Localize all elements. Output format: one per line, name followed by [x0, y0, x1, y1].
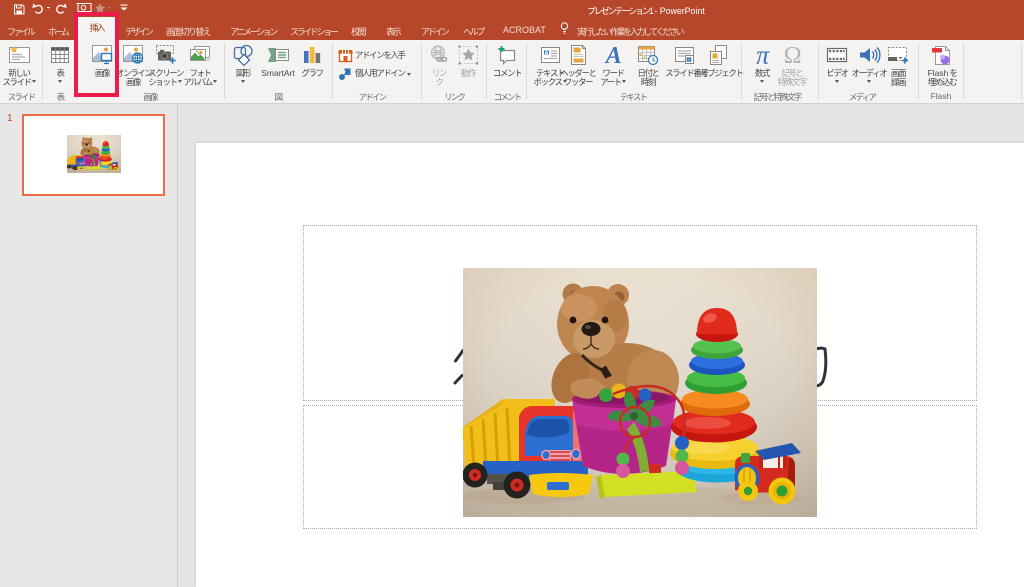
svg-text:π: π	[756, 44, 770, 67]
svg-text:Ω: Ω	[784, 44, 801, 67]
svg-text:A: A	[604, 44, 622, 67]
